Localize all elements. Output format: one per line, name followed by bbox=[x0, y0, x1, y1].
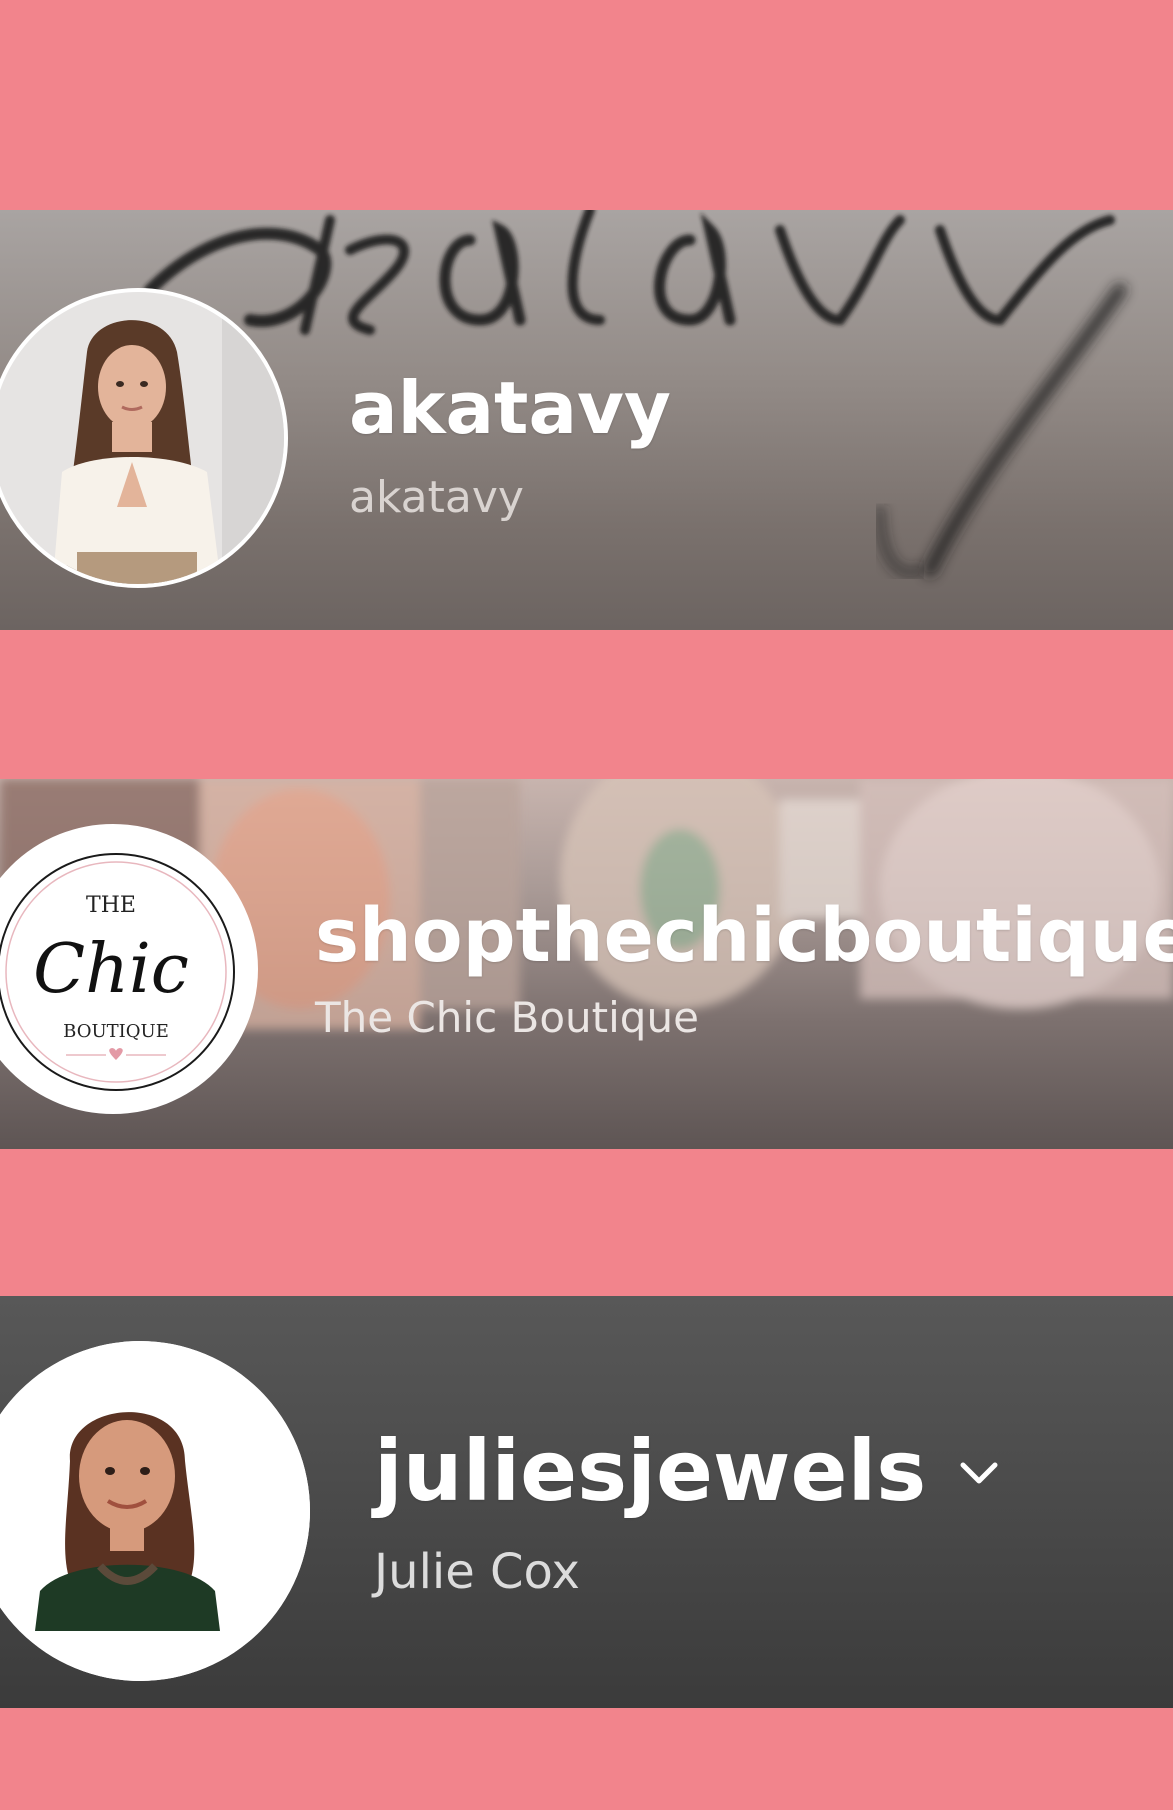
avatar[interactable] bbox=[0, 288, 288, 588]
username: akatavy bbox=[349, 366, 671, 450]
display-name: The Chic Boutique bbox=[315, 993, 699, 1042]
logo-chic-text: Chic bbox=[33, 930, 189, 1009]
display-name: akatavy bbox=[349, 472, 524, 523]
logo-boutique-text: BOUTIQUE bbox=[63, 1021, 169, 1042]
account-card-shopthechicboutique[interactable]: THE Chic BOUTIQUE shopthechicboutique Th… bbox=[0, 779, 1173, 1149]
chevron-down-icon[interactable] bbox=[958, 1458, 1000, 1488]
username: shopthechicboutique bbox=[315, 893, 1173, 979]
logo-the-text: THE bbox=[86, 893, 136, 918]
account-card-akatavy[interactable]: akatavy akatavy bbox=[0, 210, 1173, 630]
username: juliesjewels bbox=[374, 1422, 927, 1520]
account-card-juliesjewels[interactable]: juliesjewels Julie Cox bbox=[0, 1296, 1173, 1708]
display-name: Julie Cox bbox=[374, 1544, 580, 1600]
